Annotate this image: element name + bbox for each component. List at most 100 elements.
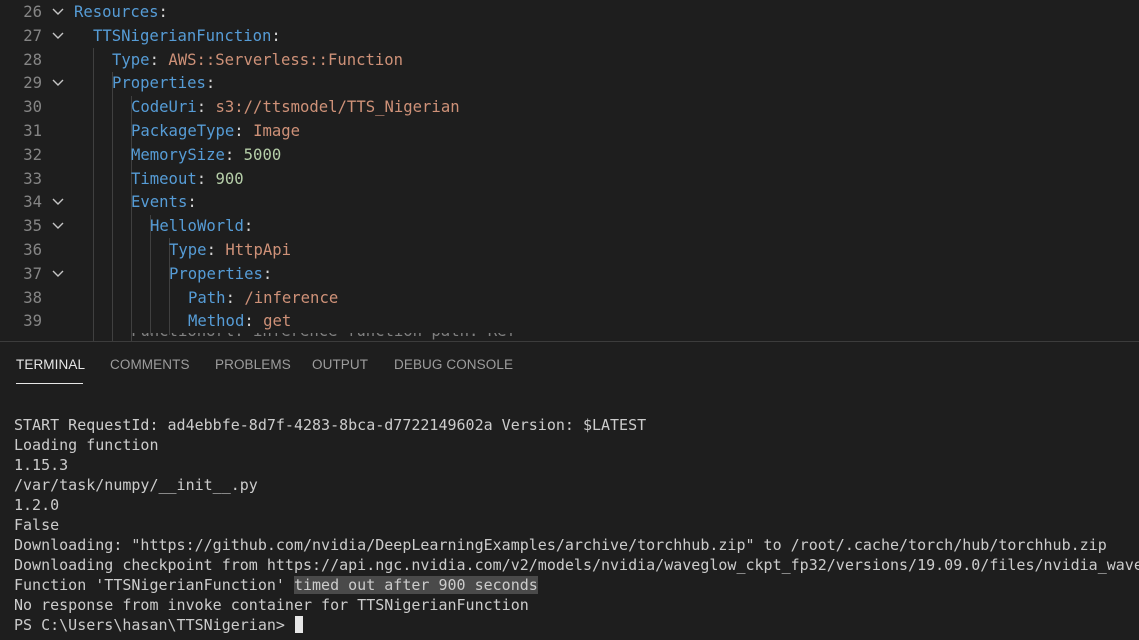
code-line: 34 Events: xyxy=(0,190,1139,214)
code-token: : xyxy=(187,193,197,212)
code-line: 28 Type: AWS::Serverless::Function xyxy=(0,48,1139,72)
code-token: : xyxy=(262,264,273,283)
line-number: 26 xyxy=(23,3,42,21)
code-content: Type: AWS::Serverless::Function xyxy=(112,48,403,72)
fold-chevron-down-icon[interactable] xyxy=(51,71,67,95)
code-token: Properties xyxy=(112,74,206,93)
terminal-prompt: PS C:\Users\hasan\TTSNigerian> xyxy=(14,616,294,634)
code-content: TTSNigerianFunction: xyxy=(93,24,281,48)
tab-problems[interactable]: PROBLEMS xyxy=(215,357,291,372)
panel-tabs: TERMINAL COMMENTS PROBLEMS OUTPUT DEBUG … xyxy=(0,342,1139,386)
line-number: 29 xyxy=(23,74,42,93)
active-tab-indicator xyxy=(16,383,83,384)
fold-chevron-down-icon[interactable] xyxy=(51,0,67,24)
highlighted-selection: timed out after 900 seconds xyxy=(293,576,538,594)
timeout-message-prefix: Function 'TTSNigerianFunction' xyxy=(14,576,294,594)
code-line: 29 Properties: xyxy=(0,71,1139,95)
fold-chevron-down-icon[interactable] xyxy=(51,24,67,48)
code-line: 35 HelloWorld: xyxy=(0,214,1139,238)
bottom-panel: TERMINAL COMMENTS PROBLEMS OUTPUT DEBUG … xyxy=(0,341,1139,640)
tab-output[interactable]: OUTPUT xyxy=(312,357,368,372)
code-token: HttpApi xyxy=(225,241,292,259)
code-token: : xyxy=(224,145,244,164)
code-editor[interactable]: 26 Resources: 27 TTSNigerianFunction: 28 Type… xyxy=(0,0,1139,341)
code-token: : xyxy=(271,26,281,45)
line-number: 30 xyxy=(23,98,42,117)
code-token: : xyxy=(149,50,169,69)
terminal-line: No response from invoke container for TT… xyxy=(14,596,529,614)
code-token: : xyxy=(196,169,216,188)
code-content: PackageType: Image xyxy=(131,119,300,143)
fold-chevron-down-icon[interactable] xyxy=(51,190,67,214)
code-line: 36 Type: HttpApi xyxy=(0,238,1139,262)
code-token: HelloWorld xyxy=(150,217,244,236)
code-line: 31 PackageType: Image xyxy=(0,119,1139,143)
fold-chevron-down-icon[interactable] xyxy=(51,262,67,286)
line-number: 34 xyxy=(23,193,42,212)
code-token: : xyxy=(244,312,264,331)
line-number: 39 xyxy=(23,312,42,331)
code-token: TTSNigerianFunction xyxy=(93,26,272,45)
line-number: 27 xyxy=(23,26,42,45)
code-content: Timeout: 900 xyxy=(131,167,244,191)
code-content: MemorySize: 5000 xyxy=(131,143,281,167)
terminal-cursor xyxy=(294,616,303,633)
code-content: Type: HttpApi xyxy=(169,238,291,262)
line-number: 36 xyxy=(23,241,42,259)
code-line: 27 TTSNigerianFunction: xyxy=(0,24,1139,48)
terminal-line: START RequestId: ad4ebbfe-8d7f-4283-8bca… xyxy=(14,416,647,434)
code-token: AWS::Serverless::Function xyxy=(168,50,404,69)
code-line: 33 Timeout: 900 xyxy=(0,167,1139,191)
tab-terminal[interactable]: TERMINAL xyxy=(16,357,85,372)
terminal-line: 1.2.0 xyxy=(14,496,60,514)
code-content: Properties: xyxy=(112,71,215,95)
code-line: 32 MemorySize: 5000 xyxy=(0,143,1139,167)
terminal-line: 1.15.3 xyxy=(14,456,69,474)
code-token: : xyxy=(196,98,216,117)
code-token: Type xyxy=(169,241,207,259)
code-token: CodeUri xyxy=(131,98,197,117)
line-number: 35 xyxy=(23,217,42,236)
code-token: : xyxy=(234,122,254,140)
code-content: Resources: xyxy=(74,0,168,24)
tab-debug-console[interactable]: DEBUG CONSOLE xyxy=(394,357,513,372)
cut-off-code-fragment: FunctionUrl: inference function path: Re… xyxy=(131,333,516,341)
line-number: 32 xyxy=(23,145,42,164)
code-token: 5000 xyxy=(243,145,282,164)
code-token: Properties xyxy=(169,264,263,283)
code-token: 900 xyxy=(215,169,244,188)
code-token: : xyxy=(243,217,254,236)
code-token: PackageType xyxy=(131,122,235,140)
code-token: : xyxy=(206,241,226,259)
code-line: 38 Path: /inference xyxy=(0,286,1139,310)
fold-chevron-down-icon[interactable] xyxy=(51,214,67,238)
code-line: 26 Resources: xyxy=(0,0,1139,24)
terminal-prompt-line[interactable]: PS C:\Users\hasan\TTSNigerian> xyxy=(14,615,303,635)
code-token: Resources xyxy=(74,3,159,21)
code-token: : xyxy=(225,288,245,307)
partially-hidden-line-40: FunctionUrl: inference function path: Re… xyxy=(0,333,540,341)
code-token: get xyxy=(263,312,292,331)
tab-comments[interactable]: COMMENTS xyxy=(110,357,190,372)
code-token: Method xyxy=(188,312,245,331)
code-token: : xyxy=(158,3,168,21)
terminal-output[interactable]: START RequestId: ad4ebbfe-8d7f-4283-8bca… xyxy=(0,386,1139,640)
code-content: CodeUri: s3://ttsmodel/TTS_Nigerian xyxy=(131,95,460,119)
code-token: Events xyxy=(131,193,188,212)
terminal-line: Downloading checkpoint from https://api.… xyxy=(14,556,1139,574)
terminal-line-timeout: Function 'TTSNigerianFunction' timed out… xyxy=(14,575,538,595)
terminal-line: Loading function xyxy=(14,436,159,454)
code-token: /inference xyxy=(244,288,339,307)
code-token: Timeout xyxy=(131,169,197,188)
code-token: Image xyxy=(253,122,301,140)
code-line: 39 Method: get xyxy=(0,309,1139,333)
vscode-window: 26 Resources: 27 TTSNigerianFunction: 28 Type… xyxy=(0,0,1139,640)
line-number: 37 xyxy=(23,264,42,283)
line-number: 31 xyxy=(23,122,42,140)
code-content: Properties: xyxy=(169,262,272,286)
terminal-line: False xyxy=(14,516,60,534)
line-number: 33 xyxy=(23,169,42,188)
code-token: s3://ttsmodel/TTS_Nigerian xyxy=(215,98,460,117)
code-line: 30 CodeUri: s3://ttsmodel/TTS_Nigerian xyxy=(0,95,1139,119)
code-content: Events: xyxy=(131,190,197,214)
